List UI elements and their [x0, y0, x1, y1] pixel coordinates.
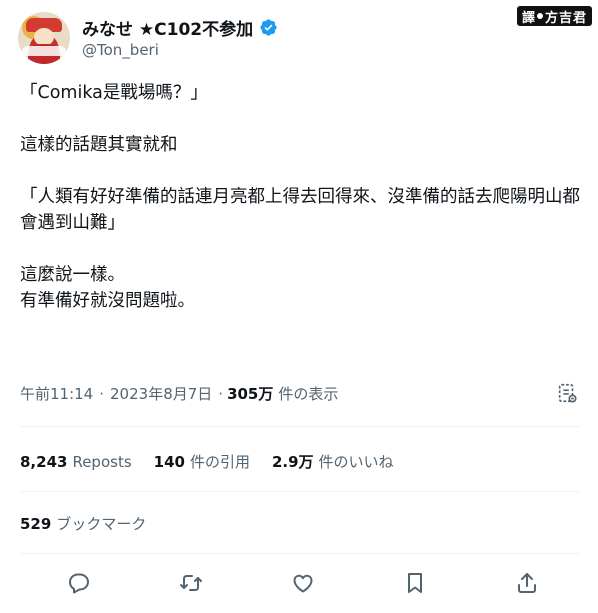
- translator-watermark: 譯 方吉君: [516, 6, 592, 26]
- reply-button[interactable]: [66, 570, 92, 596]
- tweet-line: 「人類有好好準備的話連月亮都上得去回得來、沒準備的話去爬陽明山都會遇到山難」: [20, 187, 580, 233]
- tweet-meta: 午前11:14 · 2023年8月7日 · 305万 件の表示: [20, 383, 338, 404]
- like-button[interactable]: [290, 570, 316, 596]
- likes-count: 2.9万: [271, 453, 314, 471]
- share-button[interactable]: [514, 570, 540, 596]
- likes-stat[interactable]: 2.9万 件のいいね: [272, 451, 394, 472]
- tweet-line: 這麼說一樣。: [20, 265, 125, 285]
- tweet-line: 這樣的話題其實就和: [20, 135, 178, 155]
- analytics-icon[interactable]: [556, 382, 578, 404]
- quotes-stat[interactable]: 140 件の引用: [154, 451, 250, 472]
- tweet-header: みなせ ★C102不参加 @Ton_beri: [18, 12, 580, 64]
- meta-separator: ·: [218, 384, 224, 403]
- reposts-stat[interactable]: 8,243 Reposts: [20, 453, 132, 471]
- repost-button[interactable]: [178, 570, 204, 596]
- views-count: 305万: [227, 385, 274, 403]
- bookmarks-count: 529: [20, 514, 52, 533]
- avatar-sleeve: [22, 46, 66, 56]
- bookmark-button[interactable]: [402, 570, 428, 596]
- bookmarks-stat[interactable]: 529 ブックマーク: [20, 513, 146, 534]
- reposts-count: 8,243: [20, 452, 68, 471]
- tweet-time[interactable]: 午前11:14: [20, 383, 93, 404]
- views-label: 件の表示: [278, 385, 339, 403]
- name-row: みなせ ★C102不参加: [82, 15, 278, 40]
- tweet-date[interactable]: 2023年8月7日: [110, 383, 212, 404]
- divider: [20, 491, 580, 492]
- reply-icon: [69, 573, 89, 594]
- repost-icon: [180, 575, 202, 591]
- meta-separator: ·: [99, 384, 105, 403]
- action-bar: [66, 570, 540, 596]
- like-icon: [293, 574, 313, 593]
- share-icon: [518, 573, 536, 593]
- reposts-label: Reposts: [72, 452, 132, 471]
- display-name[interactable]: みなせ ★C102不参加: [82, 15, 253, 40]
- engagement-stats: 8,243 Reposts 140 件の引用 2.9万 件のいいね: [20, 451, 416, 472]
- tweet-line: 有準備好就沒問題啦。: [20, 291, 195, 311]
- quotes-label: 件の引用: [189, 453, 250, 471]
- quotes-count: 140: [153, 452, 185, 471]
- tweet-line: 「Comika是戰場嗎？」: [20, 83, 208, 103]
- tweet-text: 「Comika是戰場嗎？」 這樣的話題其實就和 「人類有好好準備的話連月亮都上得…: [20, 80, 585, 314]
- translator-label: 譯: [521, 10, 535, 26]
- bookmarks-label: ブックマーク: [56, 515, 147, 533]
- divider: [20, 426, 580, 427]
- handle[interactable]: @Ton_beri: [82, 41, 159, 59]
- bookmark-icon: [408, 573, 422, 593]
- divider: [20, 553, 580, 554]
- translator-name: 方吉君: [544, 10, 587, 26]
- likes-label: 件のいいね: [318, 453, 394, 471]
- avatar[interactable]: [18, 12, 70, 64]
- verified-badge-icon: [260, 19, 277, 36]
- translator-dot-icon: [536, 13, 543, 19]
